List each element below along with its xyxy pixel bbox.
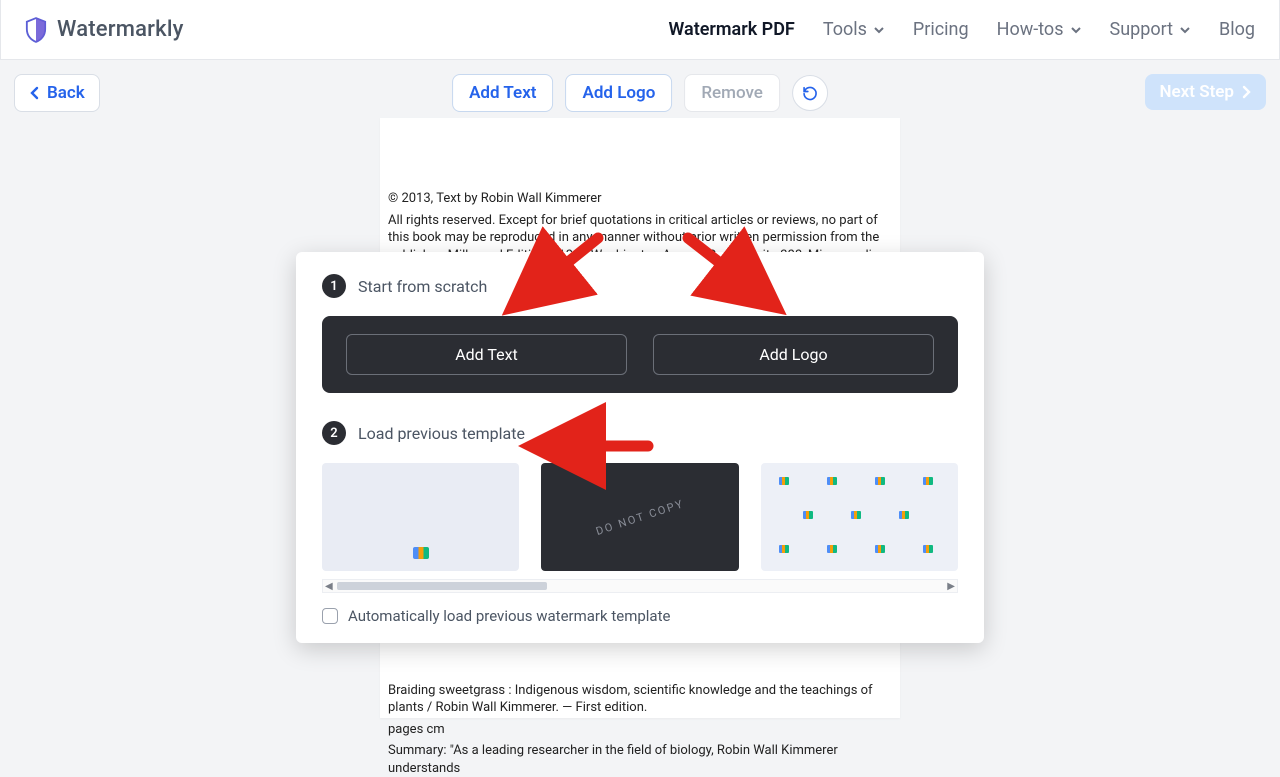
- add-logo-button[interactable]: Add Logo: [566, 74, 673, 112]
- nav: Watermark PDF Tools Pricing How-tos Supp…: [669, 19, 1255, 40]
- scroll-right-icon[interactable]: ▶: [947, 581, 955, 592]
- rotate-ccw-icon: [801, 84, 819, 102]
- doc-copyright: © 2013, Text by Robin Wall Kimmerer: [388, 190, 892, 208]
- next-step-button[interactable]: Next Step: [1145, 74, 1266, 110]
- template-preview-mark: [413, 547, 429, 559]
- chevron-left-icon: [29, 86, 41, 100]
- step1-header: 1 Start from scratch: [322, 274, 958, 298]
- nav-pricing[interactable]: Pricing: [913, 19, 969, 40]
- chevron-right-icon: [1240, 85, 1252, 99]
- template-thumbnail-2[interactable]: DO NOT COPY: [541, 463, 738, 571]
- shield-icon: [25, 17, 47, 43]
- doc-pages: pages cm: [388, 721, 892, 739]
- template-thumbnail-3[interactable]: [761, 463, 958, 571]
- scratch-actions: Add Text Add Logo: [322, 316, 958, 393]
- back-button[interactable]: Back: [14, 74, 100, 112]
- step2-header: 2 Load previous template: [322, 421, 958, 445]
- template-list: DO NOT COPY: [322, 463, 958, 571]
- editor-toolbar: Back Add Text Add Logo Remove Next Step: [0, 74, 1280, 124]
- panel-add-logo-button[interactable]: Add Logo: [653, 334, 934, 375]
- template-preview-text: DO NOT COPY: [594, 497, 686, 538]
- doc-cip: Braiding sweetgrass : Indigenous wisdom,…: [388, 682, 892, 717]
- template-scrollbar[interactable]: ◀ ▶: [322, 579, 958, 593]
- scrollbar-thumb[interactable]: [337, 582, 547, 590]
- start-panel: 1 Start from scratch Add Text Add Logo 2…: [296, 252, 984, 643]
- add-text-button[interactable]: Add Text: [452, 74, 553, 112]
- autoload-label: Automatically load previous watermark te…: [348, 607, 670, 625]
- chevron-down-icon: [873, 24, 885, 36]
- nav-watermark-pdf[interactable]: Watermark PDF: [669, 19, 795, 40]
- brand[interactable]: Watermarkly: [25, 17, 184, 43]
- remove-button[interactable]: Remove: [684, 74, 780, 112]
- autoload-row[interactable]: Automatically load previous watermark te…: [322, 607, 958, 625]
- step-badge-2: 2: [322, 421, 346, 445]
- step2-title: Load previous template: [358, 424, 525, 443]
- topbar: Watermarkly Watermark PDF Tools Pricing …: [0, 0, 1280, 60]
- nav-howtos[interactable]: How-tos: [997, 19, 1082, 40]
- nav-blog[interactable]: Blog: [1219, 19, 1255, 40]
- nav-tools[interactable]: Tools: [823, 19, 885, 40]
- nav-support[interactable]: Support: [1110, 19, 1192, 40]
- reset-button[interactable]: [792, 75, 828, 111]
- scroll-left-icon[interactable]: ◀: [325, 581, 333, 592]
- doc-summary: Summary: "As a leading researcher in the…: [388, 742, 892, 777]
- autoload-checkbox[interactable]: [322, 608, 338, 624]
- template-thumbnail-1[interactable]: [322, 463, 519, 571]
- brand-name: Watermarkly: [57, 17, 184, 42]
- step-badge-1: 1: [322, 274, 346, 298]
- chevron-down-icon: [1070, 24, 1082, 36]
- chevron-down-icon: [1179, 24, 1191, 36]
- panel-add-text-button[interactable]: Add Text: [346, 334, 627, 375]
- step1-title: Start from scratch: [358, 277, 487, 296]
